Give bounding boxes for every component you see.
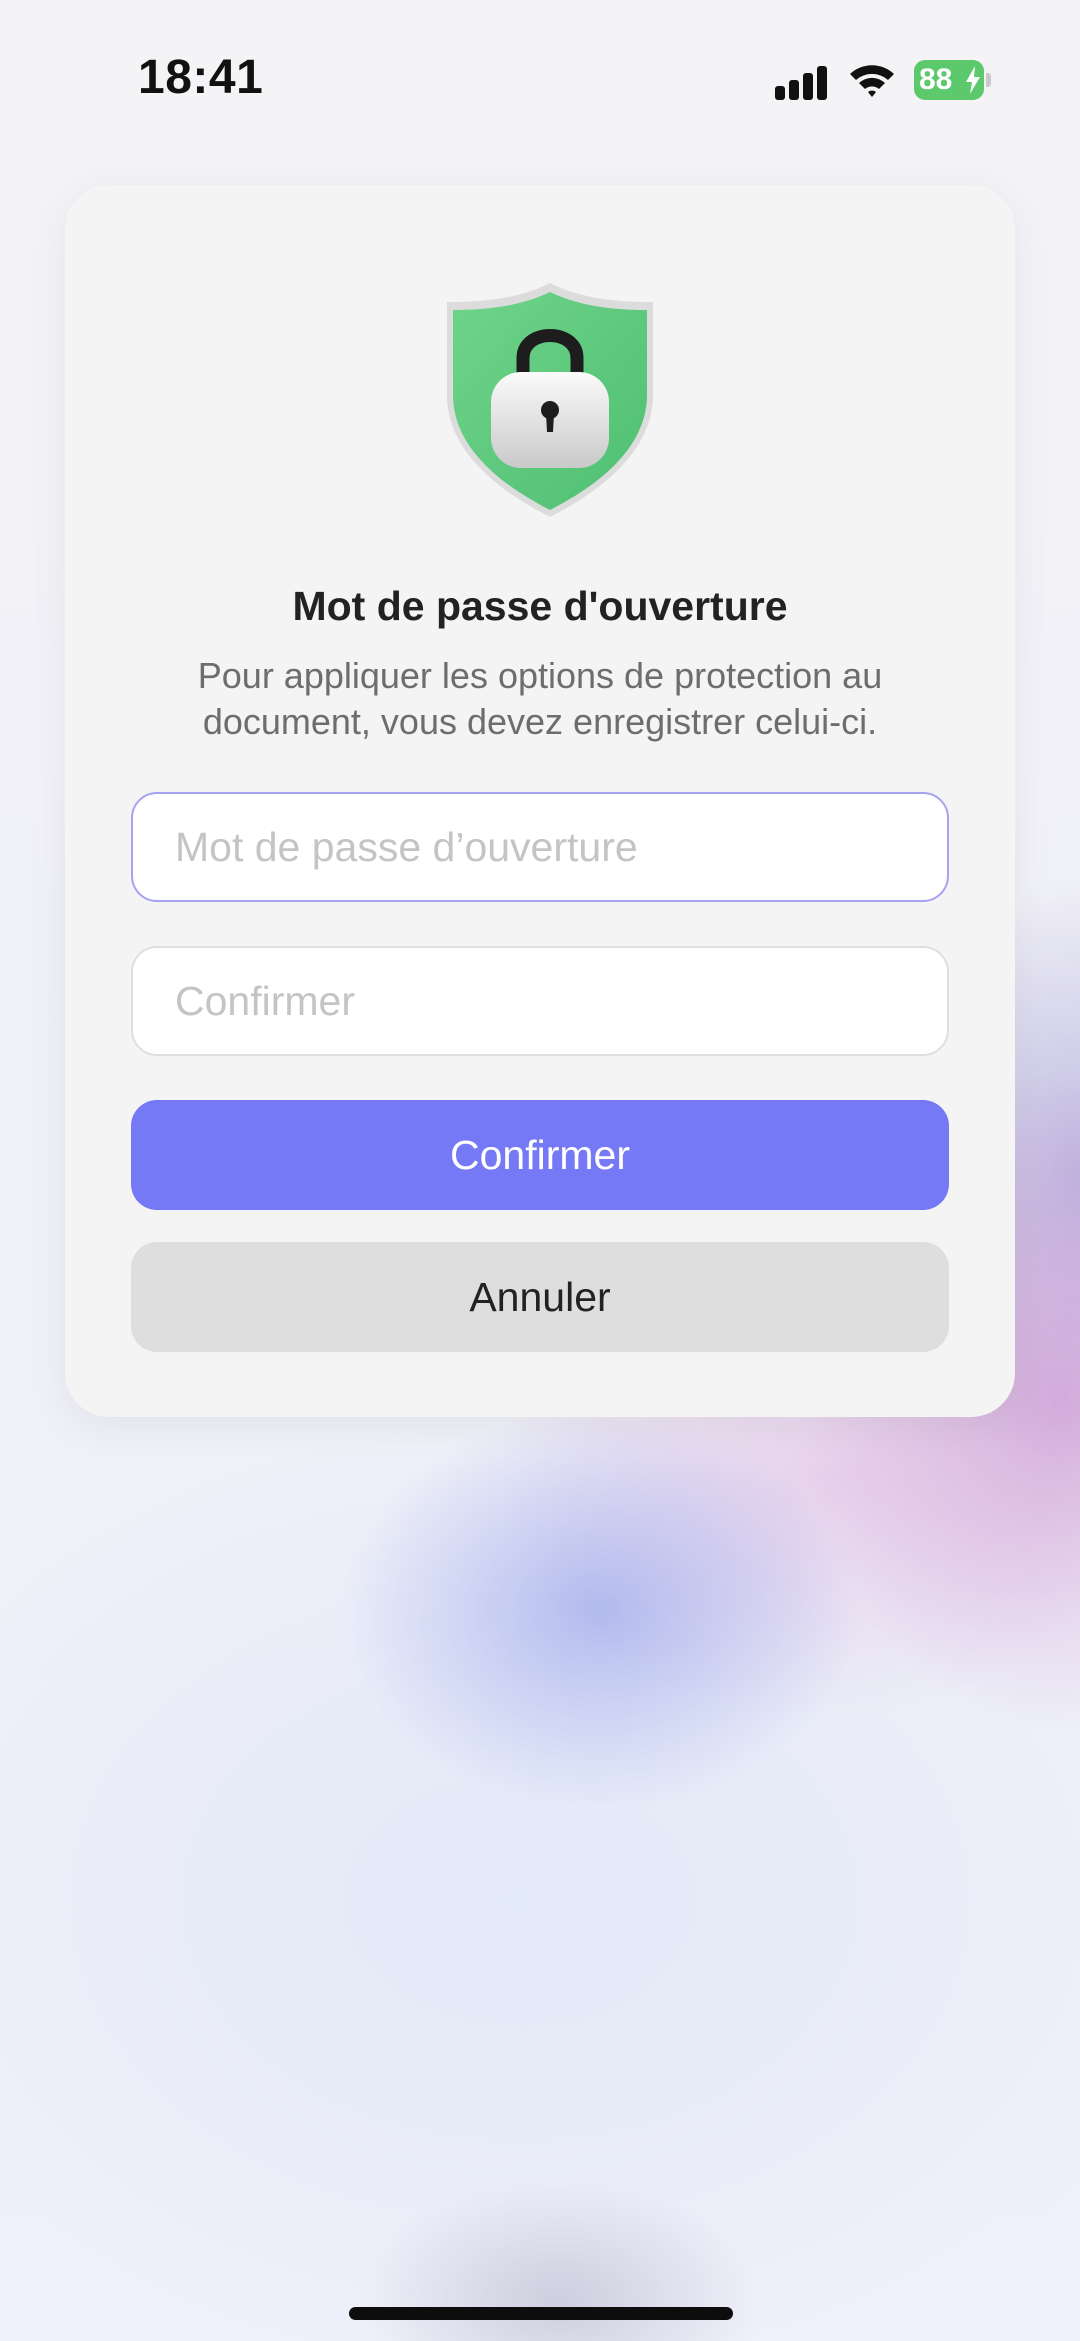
battery-level: 88 [919,63,953,96]
cancel-button[interactable]: Annuler [131,1242,949,1352]
open-password-field[interactable] [131,792,949,902]
confirm-password-field[interactable] [131,946,949,1056]
wifi-icon [850,65,894,97]
dialog-title: Mot de passe d'ouverture [292,583,788,629]
battery-charging-icon: 88 [914,60,992,100]
home-indicator[interactable] [349,2307,733,2320]
confirm-button[interactable]: Confirmer [131,1100,949,1210]
signal-icon [775,62,829,100]
shield-lock-icon [447,283,653,517]
password-dialog: Mot de passe d'ouverture Pour appliquer … [65,185,1015,1417]
dialog-description: Pour appliquer les options de protection… [197,655,883,742]
bolt-icon [966,66,980,94]
status-bar: 18:41 88 [0,0,1080,160]
status-time: 18:41 [138,51,264,104]
